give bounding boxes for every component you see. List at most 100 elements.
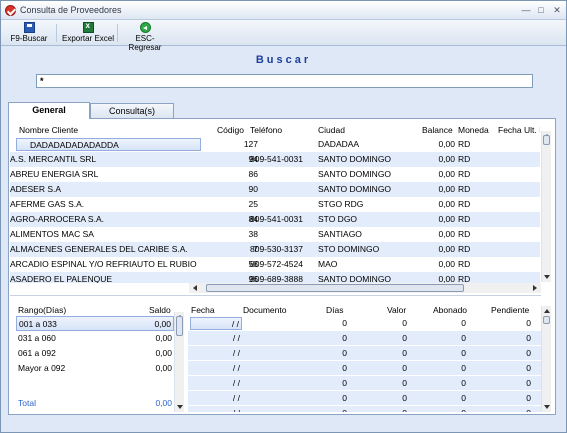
cell-valor: 0	[402, 393, 407, 403]
cell-nombre: ABREU ENERGIA SRL	[10, 169, 99, 179]
cell-valor: 0	[402, 318, 407, 328]
providers-vertical-scrollbar[interactable]	[541, 131, 551, 282]
cell-balance: 0,00	[438, 199, 455, 209]
cell-balance: 0,00	[438, 184, 455, 194]
cell-nombre: ADESER S.A	[10, 184, 62, 194]
table-row[interactable]: A.S. MERCANTIL SRL 94 809-541-0031 SANTO…	[10, 152, 540, 167]
cell-abonado: 0	[461, 378, 466, 388]
close-icon[interactable]: ✕	[551, 4, 563, 16]
aging-total: Total 0,00	[16, 398, 174, 411]
scroll-down-icon[interactable]	[177, 405, 183, 409]
scroll-thumb[interactable]	[543, 316, 550, 324]
total-label: Total	[18, 398, 36, 408]
detail-table: Fecha Documento Días Valor Abonado Pendi…	[188, 301, 541, 413]
col-pendiente[interactable]: Pendiente	[491, 305, 529, 315]
cell-fecha: / /	[232, 408, 240, 413]
cell-valor: 0	[402, 378, 407, 388]
col-moneda[interactable]: Moneda	[458, 125, 489, 135]
cell-moneda: RD	[458, 139, 471, 149]
cell-moneda: RD	[458, 229, 471, 239]
cell-moneda: RD	[458, 214, 471, 224]
list-item[interactable]: Mayor a 092 0,00	[16, 361, 174, 376]
table-row[interactable]: / / 0 0 0 0	[188, 376, 541, 391]
toolbar-separator	[117, 24, 118, 42]
cell-dias: 0	[342, 378, 347, 388]
detail-vertical-scrollbar[interactable]	[541, 306, 551, 412]
table-row[interactable]: / / 0 0 0 0	[188, 391, 541, 406]
cell-moneda: RD	[458, 154, 471, 164]
scroll-down-icon[interactable]	[544, 275, 550, 279]
rango-label: 001 a 033	[19, 319, 57, 329]
search-input[interactable]: *	[36, 74, 533, 88]
table-row[interactable]: ARCADIO ESPINAL Y/O REFRIAUTO EL RUBIO 5…	[10, 257, 540, 272]
list-item[interactable]: 001 a 033 0,00	[16, 316, 174, 331]
table-row[interactable]: ALIMENTOS MAC SA 38 SANTIAGO 0,00 RD	[10, 227, 540, 242]
scroll-right-icon[interactable]	[533, 285, 537, 291]
cell-dias: 0	[342, 348, 347, 358]
cell-pendiente: 0	[526, 378, 531, 388]
scroll-thumb[interactable]	[543, 135, 550, 145]
cell-nombre: A.S. MERCANTIL SRL	[10, 154, 97, 164]
table-row[interactable]: ALMACENES GENERALES DEL CARIBE S.A. 7 80…	[10, 242, 540, 257]
table-row[interactable]: / / 0 0 0 0	[188, 331, 541, 346]
cell-ciudad: SANTIAGO	[318, 229, 362, 239]
col-fecha[interactable]: Fecha Ult. I	[498, 125, 540, 135]
table-row[interactable]: / / 0 0 0 0	[188, 346, 541, 361]
cell-valor: 0	[402, 363, 407, 373]
cell-codigo: 25	[248, 199, 258, 209]
cell-balance: 0,00	[438, 139, 455, 149]
col-nombre[interactable]: Nombre Cliente	[19, 125, 78, 135]
table-row[interactable]: ABREU ENERGIA SRL 86 SANTO DOMINGO 0,00 …	[10, 167, 540, 182]
table-row[interactable]: / / 0 0 0 0	[188, 406, 541, 413]
table-row[interactable]: ASADERO EL PALENQUE 96 809-689-3888 SANT…	[10, 272, 540, 283]
cell-abonado: 0	[461, 318, 466, 328]
cell-codigo: 90	[248, 184, 258, 194]
scroll-down-icon[interactable]	[544, 405, 550, 409]
table-row[interactable]: AFERME GAS S.A. 25 STGO RDG 0,00 RD	[10, 197, 540, 212]
col-abonado[interactable]: Abonado	[433, 305, 467, 315]
aging-vertical-scrollbar[interactable]	[174, 312, 184, 412]
table-row[interactable]: / / 0 0 0 0	[188, 361, 541, 376]
col-telefono[interactable]: Teléfono	[250, 125, 282, 135]
cell-fecha: / /	[232, 333, 240, 343]
providers-horizontal-scrollbar[interactable]	[189, 283, 541, 293]
cell-pendiente: 0	[526, 348, 531, 358]
app-icon	[5, 5, 16, 16]
tab-consultas[interactable]: Consulta(s)	[90, 103, 174, 118]
window-title: Consulta de Proveedores	[20, 5, 122, 15]
col-ciudad[interactable]: Ciudad	[318, 125, 345, 135]
rango-saldo: 0,00	[154, 319, 171, 329]
col-valor[interactable]: Valor	[387, 305, 406, 315]
table-row[interactable]: / / 0 0 0 0	[188, 316, 541, 331]
minimize-icon[interactable]: —	[520, 4, 532, 16]
cell-balance: 0,00	[438, 259, 455, 269]
table-row[interactable]: AGRO-ARROCERA S.A. 84 809-541-0031 STO D…	[10, 212, 540, 227]
cell-ciudad: DADADAA	[318, 139, 360, 149]
exportar-excel-button[interactable]: Exportar Excel	[61, 21, 115, 45]
col-documento[interactable]: Documento	[243, 305, 286, 315]
aging-table: Rango(Días) Saldo 001 a 033 0,00 031 a 0…	[16, 301, 186, 413]
scroll-thumb[interactable]	[176, 316, 183, 336]
detail-table-header: Fecha Documento Días Valor Abonado Pendi…	[188, 301, 541, 316]
table-row[interactable]: ADESER S.A 90 SANTO DOMINGO 0,00 RD	[10, 182, 540, 197]
list-item[interactable]: 061 a 092 0,00	[16, 346, 174, 361]
col-codigo[interactable]: Código	[217, 125, 244, 135]
buscar-button[interactable]: F9-Buscar	[7, 21, 51, 45]
cell-fecha: / /	[232, 363, 240, 373]
table-row[interactable]: DADADADADADADDA 127 DADADAA 0,00 RD	[10, 137, 540, 152]
col-fecha[interactable]: Fecha	[191, 305, 215, 315]
scroll-thumb[interactable]	[206, 284, 464, 292]
col-balance[interactable]: Balance	[422, 125, 453, 135]
cell-ciudad: SANTO DOMINGO	[318, 169, 392, 179]
col-dias[interactable]: Días	[326, 305, 343, 315]
cell-dias: 0	[342, 333, 347, 343]
list-item[interactable]: 031 a 060 0,00	[16, 331, 174, 346]
cell-nombre: ALIMENTOS MAC SA	[10, 229, 94, 239]
scroll-left-icon[interactable]	[193, 285, 197, 291]
total-value: 0,00	[155, 398, 172, 408]
maximize-icon[interactable]: □	[535, 4, 547, 16]
scroll-up-icon[interactable]	[544, 309, 550, 313]
tab-general[interactable]: General	[8, 102, 90, 119]
cell-moneda: RD	[458, 169, 471, 179]
regresar-button[interactable]: ESC-Regresar	[120, 21, 170, 52]
